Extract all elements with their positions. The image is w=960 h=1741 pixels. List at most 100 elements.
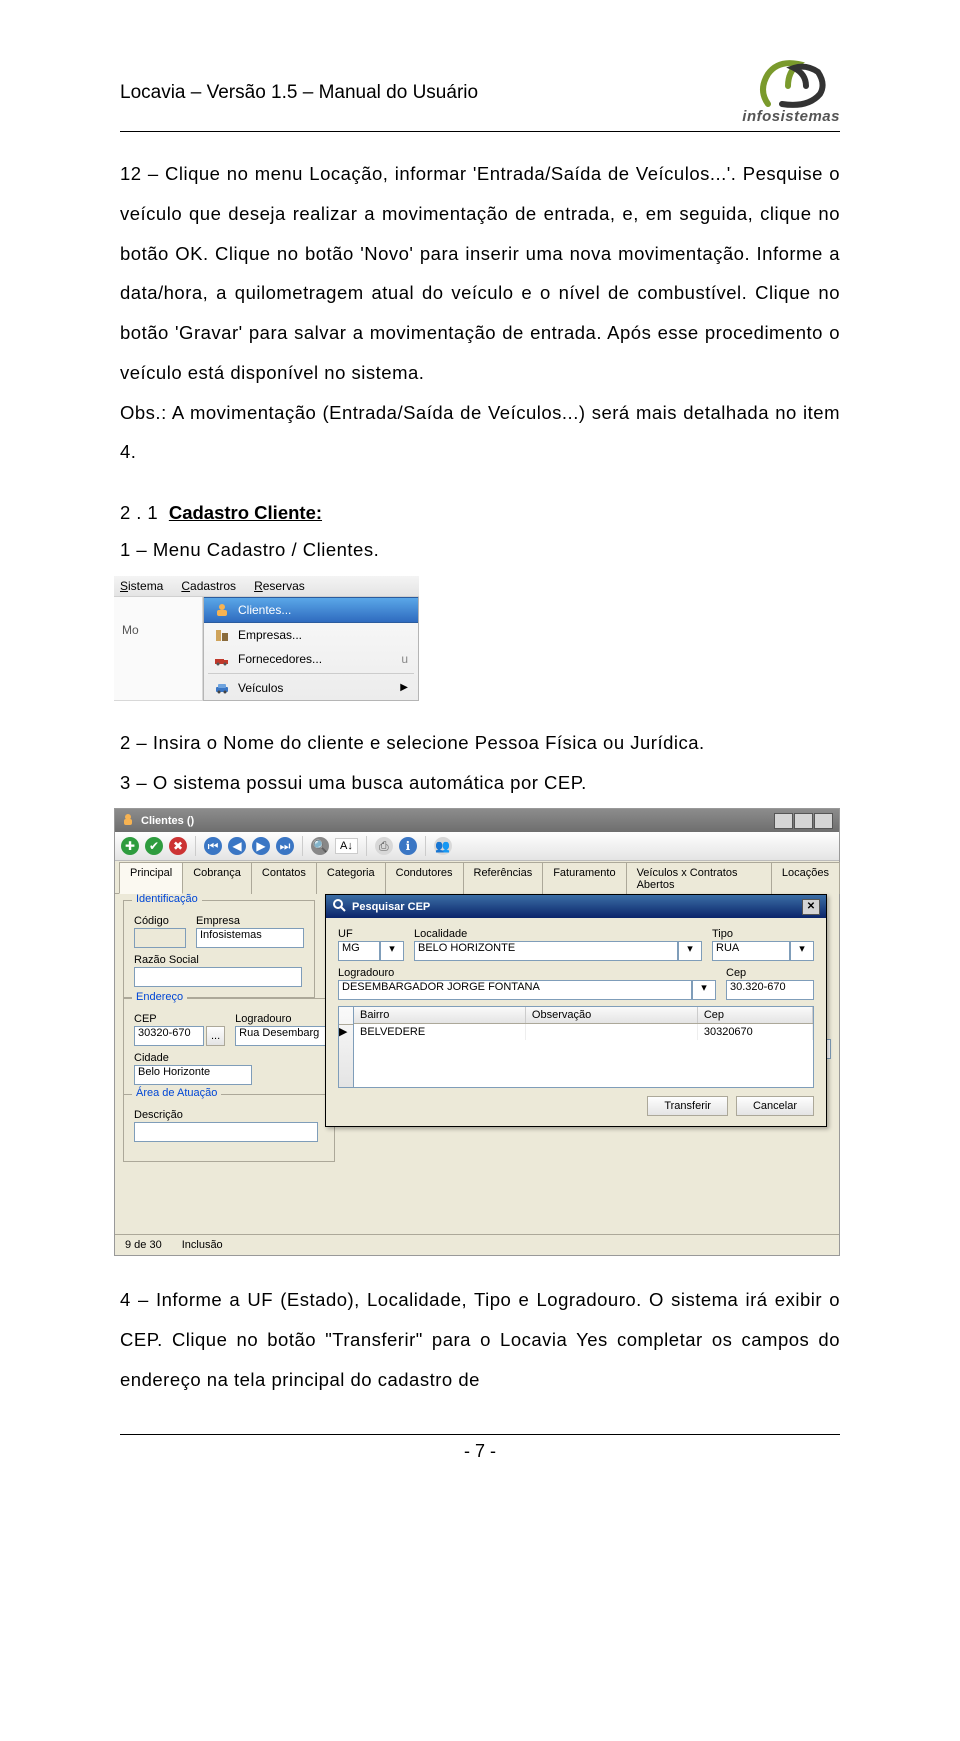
tab-veiculos-contratos[interactable]: Veículos x Contratos Abertos — [626, 862, 772, 894]
label-codigo: Código — [134, 915, 186, 927]
doc-header: Locavia – Versão 1.5 – Manual do Usuário — [120, 82, 478, 104]
toolbar-next-icon[interactable]: ▶ — [252, 837, 270, 855]
field-logradouro[interactable]: Rua Desembarg — [235, 1026, 329, 1046]
label-descricao: Descrição — [134, 1109, 324, 1121]
section-heading: 2.1 Cadastro Cliente: — [120, 502, 840, 524]
maximize-button[interactable] — [794, 813, 813, 829]
status-mode: Inclusão — [182, 1239, 223, 1251]
toolbar-print-icon[interactable]: ⎙ — [375, 837, 393, 855]
grid-header-observacao: Observação — [526, 1007, 698, 1023]
toolbar-search-icon[interactable]: 🔍 — [311, 837, 329, 855]
empresas-icon — [214, 627, 230, 643]
group-identificacao: Identificação — [132, 893, 202, 905]
tab-principal[interactable]: Principal — [119, 862, 183, 894]
toolbar-sort-icon[interactable]: A↓ — [335, 838, 358, 854]
screenshot-menu: Sistema Cadastros Reservas Mo Clientes..… — [114, 576, 419, 701]
toolbar-new-icon[interactable]: ✚ — [121, 837, 139, 855]
tab-faturamento[interactable]: Faturamento — [542, 862, 626, 894]
tab-strip: Principal Cobrança Contatos Categoria Co… — [115, 861, 839, 894]
field-cep[interactable]: 30320-670 — [134, 1026, 204, 1046]
brand-text: infosistemas — [742, 108, 840, 125]
label-razao: Razão Social — [134, 954, 304, 966]
page-number: - 7 - — [120, 1441, 840, 1462]
window-title: Clientes () — [141, 815, 194, 827]
dlg-logradouro-dropdown-button[interactable]: ▾ — [692, 980, 716, 1000]
tab-cobranca[interactable]: Cobrança — [182, 862, 252, 894]
toolbar-cancel-icon[interactable]: ✖ — [169, 837, 187, 855]
tab-contatos[interactable]: Contatos — [251, 862, 317, 894]
veiculos-icon — [214, 680, 230, 696]
toolbar-people-icon[interactable]: 👥 — [434, 837, 452, 855]
clientes-icon — [214, 602, 230, 618]
field-razao[interactable] — [134, 967, 302, 987]
field-cidade[interactable]: Belo Horizonte — [134, 1065, 252, 1085]
grid-row[interactable]: BELVEDERE 30320670 — [354, 1024, 813, 1040]
dialog-pesquisar-cep: Pesquisar CEP ✕ UF MG▾ Localidade BELO H… — [325, 894, 827, 1127]
localidade-dropdown-button[interactable]: ▾ — [678, 941, 702, 961]
toolbar-ok-icon[interactable]: ✔ — [145, 837, 163, 855]
field-codigo[interactable] — [134, 928, 186, 948]
group-area: Área de Atuação — [132, 1087, 221, 1099]
minimize-button[interactable] — [774, 813, 793, 829]
window-icon — [121, 812, 135, 829]
tipo-dropdown-button[interactable]: ▾ — [790, 941, 814, 961]
label-cidade: Cidade — [134, 1052, 324, 1064]
menu-item-empresas[interactable]: Empresas... — [204, 623, 418, 647]
grid-header-cep: Cep — [698, 1007, 813, 1023]
label-dlg-cep: Cep — [726, 967, 814, 979]
field-uf[interactable]: MG — [338, 941, 380, 961]
paragraph-2: Obs.: A movimentação (Entrada/Saída de V… — [120, 393, 840, 473]
dropdown-cadastros: Clientes... Empresas... Fornecedores... … — [203, 597, 419, 701]
footer-rule — [120, 1434, 840, 1435]
menu-item-veiculos[interactable]: Veículos ▶ — [204, 676, 418, 700]
close-button[interactable] — [814, 813, 833, 829]
menu-item-clientes[interactable]: Clientes... — [204, 597, 418, 623]
step-3: 3 – O sistema possui uma busca automátic… — [120, 763, 840, 803]
toolbar-last-icon[interactable]: ⏭ — [276, 837, 294, 855]
left-fragment-mo: Mo — [122, 623, 194, 637]
toolbar-info-icon[interactable]: ℹ — [399, 837, 417, 855]
chevron-right-icon: ▶ — [400, 682, 408, 693]
tab-condutores[interactable]: Condutores — [385, 862, 464, 894]
label-logradouro: Logradouro — [235, 1013, 329, 1025]
status-record: 9 de 30 — [125, 1239, 162, 1251]
label-uf: UF — [338, 928, 404, 940]
field-descricao[interactable] — [134, 1122, 318, 1142]
button-cep-lookup[interactable]: ... — [206, 1026, 225, 1046]
step-2: 2 – Insira o Nome do cliente e selecione… — [120, 723, 840, 763]
right-fragment: u — [401, 652, 408, 666]
brand-logo: infosistemas — [742, 60, 840, 125]
header-rule — [120, 131, 840, 132]
fornecedores-icon — [214, 651, 230, 667]
field-empresa[interactable]: Infosistemas — [196, 928, 304, 948]
field-dlg-cep[interactable]: 30.320-670 — [726, 980, 814, 1000]
step-1: 1 – Menu Cadastro / Clientes. — [120, 530, 840, 570]
menu-item-fornecedores[interactable]: Fornecedores... u — [204, 647, 418, 671]
grid-header-bairro: Bairro — [354, 1007, 526, 1023]
field-tipo[interactable]: RUA — [712, 941, 790, 961]
tab-referencias[interactable]: Referências — [463, 862, 544, 894]
button-cancelar[interactable]: Cancelar — [736, 1096, 814, 1116]
button-transferir[interactable]: Transferir — [647, 1096, 728, 1116]
menu-reservas[interactable]: Reservas — [254, 579, 305, 593]
label-localidade: Localidade — [414, 928, 702, 940]
uf-dropdown-button[interactable]: ▾ — [380, 941, 404, 961]
menu-cadastros[interactable]: Cadastros — [181, 579, 236, 593]
screenshot-clientes-window: Clientes () ✚ ✔ ✖ ⏮ ◀ ▶ ⏭ 🔍 A↓ ⎙ ℹ 👥 — [114, 808, 840, 1256]
search-icon — [332, 898, 346, 915]
results-grid[interactable]: Bairro Observação Cep BELVEDERE 30320670 — [353, 1006, 814, 1088]
field-dlg-logradouro[interactable]: DESEMBARGADOR JORGE FONTANA — [338, 980, 692, 1000]
toolbar-first-icon[interactable]: ⏮ — [204, 837, 222, 855]
dialog-close-button[interactable]: ✕ — [802, 899, 820, 915]
step-4: 4 – Informe a UF (Estado), Localidade, T… — [120, 1280, 840, 1399]
tab-categoria[interactable]: Categoria — [316, 862, 386, 894]
label-dlg-logradouro: Logradouro — [338, 967, 716, 979]
field-localidade[interactable]: BELO HORIZONTE — [414, 941, 678, 961]
label-tipo: Tipo — [712, 928, 814, 940]
menu-sistema[interactable]: Sistema — [120, 579, 163, 593]
dialog-title: Pesquisar CEP — [352, 901, 430, 913]
toolbar-prev-icon[interactable]: ◀ — [228, 837, 246, 855]
tab-locacoes[interactable]: Locações — [771, 862, 840, 894]
label-empresa: Empresa — [196, 915, 304, 927]
toolbar: ✚ ✔ ✖ ⏮ ◀ ▶ ⏭ 🔍 A↓ ⎙ ℹ 👥 — [115, 832, 839, 861]
